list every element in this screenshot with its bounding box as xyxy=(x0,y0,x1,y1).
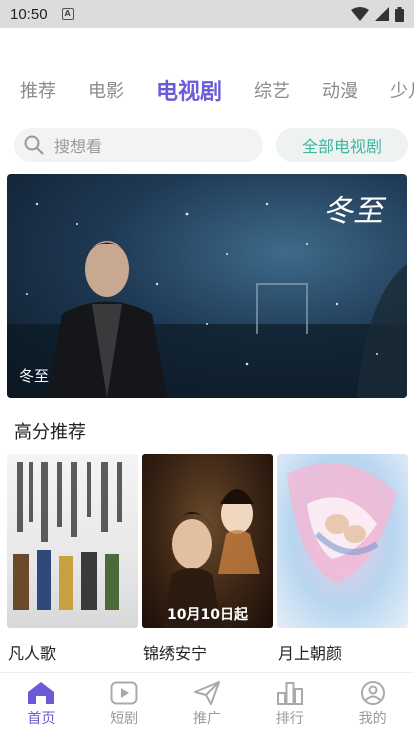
battery-icon xyxy=(395,6,404,22)
search-row: 搜想看 全部电视剧 xyxy=(14,127,408,163)
drama-title: 锦绣安宁 xyxy=(143,644,208,663)
drama-title: 月上朝颜 xyxy=(278,644,343,663)
home-icon xyxy=(28,682,55,704)
tab-anime[interactable]: 动漫 xyxy=(322,77,358,103)
nav-promote[interactable]: 推广 xyxy=(166,673,249,736)
search-placeholder: 搜想看 xyxy=(54,137,103,156)
drama-title: 凡人歌 xyxy=(8,644,57,663)
drama-poster xyxy=(7,454,138,628)
drama-card[interactable]: 凡人歌 xyxy=(7,454,138,664)
nav-profile[interactable]: 我的 xyxy=(331,673,414,736)
profile-icon xyxy=(360,681,385,705)
nav-label: 排行 xyxy=(275,711,304,727)
status-bar: 10:50 A xyxy=(0,0,414,28)
bottom-nav: 首页 短剧 推广 排行 我的 xyxy=(0,672,414,736)
nav-short-drama[interactable]: 短剧 xyxy=(83,673,166,736)
status-time: 10:50 xyxy=(10,5,48,23)
search-icon xyxy=(24,135,44,155)
release-date-overlay: 10月10日起 xyxy=(167,607,248,623)
poster-grid: 凡人歌 10月10日起 锦绣安宁 月上朝颜 xyxy=(7,454,408,664)
poster-artwork xyxy=(287,462,397,584)
tab-recommend[interactable]: 推荐 xyxy=(20,77,56,103)
drama-card[interactable]: 月上朝颜 xyxy=(277,454,408,664)
all-tv-series-button[interactable]: 全部电视剧 xyxy=(276,128,408,162)
sim-card-icon: A xyxy=(61,8,74,20)
category-tabs: 推荐 电影 电视剧 综艺 动漫 少儿 xyxy=(0,72,414,108)
tab-kids[interactable]: 少儿 xyxy=(390,77,414,103)
play-icon xyxy=(110,681,138,705)
tab-movies[interactable]: 电影 xyxy=(88,77,124,103)
signal-icon xyxy=(375,7,389,21)
search-input[interactable]: 搜想看 xyxy=(14,128,263,162)
poster-artwork xyxy=(13,462,122,610)
nav-label: 我的 xyxy=(358,711,387,727)
drama-poster: 10月10日起 xyxy=(142,454,273,628)
drama-poster xyxy=(277,454,408,628)
nav-home[interactable]: 首页 xyxy=(0,673,83,736)
banner-logo: 冬至 xyxy=(323,194,383,229)
nav-label: 首页 xyxy=(27,711,56,727)
poster-artwork xyxy=(162,489,260,628)
nav-ranking[interactable]: 排行 xyxy=(248,673,331,736)
banner-caption: 冬至 xyxy=(19,367,50,385)
drama-card[interactable]: 10月10日起 锦绣安宁 xyxy=(142,454,273,664)
ranking-icon xyxy=(276,682,303,705)
status-icons xyxy=(351,6,404,22)
tab-tv-series[interactable]: 电视剧 xyxy=(156,74,222,106)
nav-label: 推广 xyxy=(192,711,221,727)
featured-banner[interactable]: 冬至 冬至 xyxy=(7,174,407,398)
section-title: 高分推荐 xyxy=(14,422,86,443)
nav-label: 短剧 xyxy=(110,711,139,727)
wifi-icon xyxy=(351,7,369,21)
tab-variety[interactable]: 综艺 xyxy=(254,77,290,103)
send-icon xyxy=(193,681,220,705)
